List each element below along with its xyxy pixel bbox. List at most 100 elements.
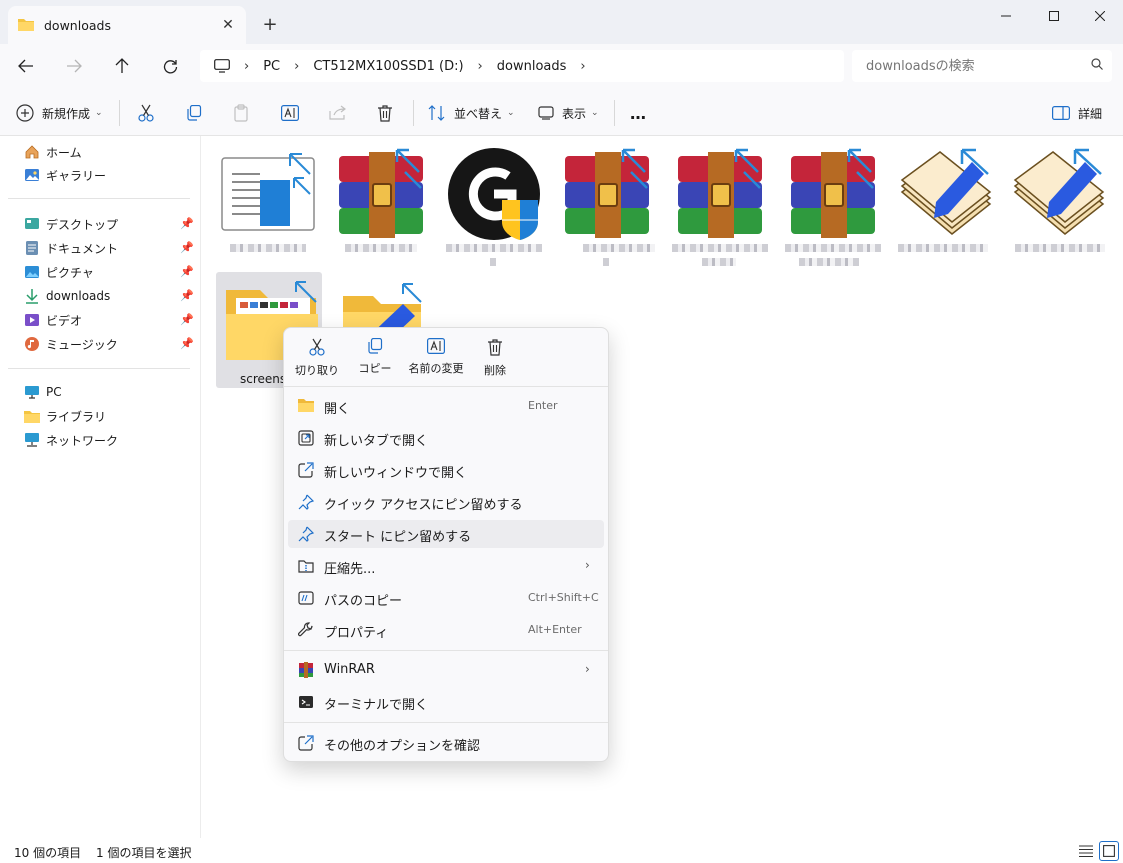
- quick-action-copy[interactable]: コピー: [346, 338, 404, 384]
- paste-button[interactable]: [234, 98, 258, 128]
- minimize-button[interactable]: [981, 0, 1031, 32]
- file-item-document-shortcut[interactable]: [216, 140, 320, 262]
- quick-action-rename[interactable]: 名前の変更: [404, 338, 468, 384]
- tab-close-icon[interactable]: ✕: [218, 15, 238, 35]
- breadcrumb-pc[interactable]: PC: [263, 59, 280, 74]
- sidebar-item-label: ネットワーク: [46, 433, 119, 448]
- pin-icon[interactable]: 📌: [180, 337, 194, 350]
- menu-item-open-terminal[interactable]: ターミナルで開く: [288, 688, 604, 716]
- menu-item-winrar[interactable]: WinRAR ›: [288, 656, 604, 684]
- more-options-icon: [298, 735, 314, 751]
- close-icon: [1095, 11, 1105, 21]
- folder-open-icon: [298, 398, 314, 414]
- chevron-right-icon[interactable]: ›: [580, 59, 585, 74]
- file-item-archive[interactable]: [668, 140, 772, 266]
- back-button[interactable]: [10, 52, 42, 80]
- menu-item-open-new-tab[interactable]: 新しいタブで開く: [288, 424, 604, 452]
- menu-item-pin-quick-access[interactable]: クイック アクセスにピン留めする: [288, 488, 604, 516]
- breadcrumb[interactable]: › PC › CT512MX100SSD1 (D:) › downloads ›: [200, 50, 844, 82]
- delete-button[interactable]: [377, 98, 401, 128]
- logitech-installer-icon: [448, 148, 540, 240]
- new-tab-button[interactable]: +: [258, 12, 282, 36]
- sidebar-item-videos[interactable]: ビデオ 📌: [24, 309, 200, 331]
- sidebar-item-label: ライブラリ: [46, 409, 107, 424]
- sidebar-item-music[interactable]: ミュージック 📌: [24, 333, 200, 355]
- pin-icon[interactable]: 📌: [180, 217, 194, 230]
- menu-item-more-options[interactable]: その他のオプションを確認: [288, 729, 604, 757]
- winrar-archive-icon: [791, 148, 875, 238]
- title-bar: downloads ✕ +: [0, 0, 1123, 44]
- quick-action-label: 切り取り: [295, 364, 339, 377]
- sidebar-item-label: ミュージック: [46, 337, 118, 352]
- maximize-button[interactable]: [1029, 0, 1079, 32]
- breadcrumb-drive[interactable]: CT512MX100SSD1 (D:): [313, 59, 463, 74]
- sidebar-item-desktop[interactable]: デスクトップ 📌: [24, 213, 200, 235]
- details-view-button[interactable]: [1076, 841, 1096, 861]
- item-count: 10 個の項目: [14, 846, 82, 860]
- details-button[interactable]: 詳細: [1052, 98, 1102, 128]
- close-window-button[interactable]: [1075, 0, 1123, 32]
- sidebar-item-pictures[interactable]: ピクチャ 📌: [24, 261, 200, 283]
- menu-item-copy-path[interactable]: パスのコピー Ctrl+Shift+C: [288, 584, 604, 612]
- pin-icon[interactable]: 📌: [180, 313, 194, 326]
- document-shortcut-icon: [221, 153, 315, 231]
- breadcrumb-downloads[interactable]: downloads: [497, 59, 567, 74]
- forward-button[interactable]: [58, 52, 90, 80]
- chevron-down-icon: ⌄: [507, 108, 515, 118]
- sidebar-item-label: ホーム: [46, 145, 82, 160]
- sort-icon: [428, 105, 445, 121]
- up-button[interactable]: [106, 52, 138, 80]
- file-item-archive[interactable]: [329, 140, 433, 262]
- shortcut-pages-icon: [1013, 148, 1105, 235]
- sidebar-item-pc[interactable]: PC: [24, 381, 200, 403]
- copy-button[interactable]: [186, 98, 210, 128]
- tab-downloads[interactable]: downloads ✕: [8, 6, 246, 44]
- menu-item-pin-start[interactable]: スタート にピン留めする: [288, 520, 604, 548]
- paste-icon: [234, 104, 248, 122]
- sidebar-item-documents[interactable]: ドキュメント 📌: [24, 237, 200, 259]
- menu-item-open[interactable]: 開く Enter: [288, 392, 604, 420]
- sidebar-item-downloads[interactable]: downloads 📌: [24, 285, 200, 307]
- sort-label: 並べ替え: [454, 106, 503, 121]
- pin-icon[interactable]: 📌: [180, 289, 194, 302]
- cut-button[interactable]: [138, 98, 162, 128]
- refresh-icon: [163, 59, 177, 73]
- file-item-installer[interactable]: [442, 140, 546, 266]
- sidebar-item-gallery[interactable]: ギャラリー: [24, 164, 200, 186]
- sidebar-item-library[interactable]: ライブラリ: [24, 405, 200, 427]
- chevron-down-icon: ⌄: [95, 108, 103, 118]
- share-button[interactable]: [329, 98, 355, 128]
- refresh-button[interactable]: [154, 52, 186, 80]
- quick-action-label: コピー: [358, 362, 392, 375]
- file-item-shortcut[interactable]: [1007, 140, 1111, 262]
- file-name-redacted: [583, 244, 655, 252]
- pin-icon[interactable]: 📌: [180, 241, 194, 254]
- sidebar-item-network[interactable]: ネットワーク: [24, 429, 200, 451]
- quick-action-delete[interactable]: 削除: [466, 338, 524, 384]
- search-input[interactable]: [852, 50, 1112, 82]
- pin-icon[interactable]: 📌: [180, 265, 194, 278]
- sidebar-item-label: ドキュメント: [46, 241, 119, 256]
- compress-icon: [298, 558, 314, 574]
- quick-action-cut[interactable]: 切り取り: [288, 338, 346, 384]
- large-icons-view-button[interactable]: [1099, 841, 1119, 861]
- view-icon: [538, 106, 554, 120]
- list-view-icon: [1079, 845, 1093, 857]
- menu-item-open-new-window[interactable]: 新しいウィンドウで開く: [288, 456, 604, 484]
- rename-button[interactable]: [281, 98, 307, 128]
- music-icon: [24, 336, 40, 352]
- file-item-shortcut[interactable]: [894, 140, 998, 262]
- menu-item-compress[interactable]: 圧縮先... ›: [288, 552, 604, 580]
- more-button[interactable]: …: [630, 98, 646, 128]
- sidebar-item-home[interactable]: ホーム: [24, 141, 200, 163]
- pin-icon: [298, 526, 314, 542]
- file-item-archive[interactable]: [555, 140, 659, 266]
- new-button[interactable]: 新規作成 ⌄: [16, 98, 103, 128]
- sort-button[interactable]: 並べ替え ⌄: [428, 98, 515, 128]
- file-item-archive[interactable]: [781, 140, 885, 266]
- file-name-redacted: [603, 258, 609, 266]
- sidebar-divider: [8, 368, 190, 369]
- menu-item-properties[interactable]: プロパティ Alt+Enter: [288, 616, 604, 644]
- winrar-archive-icon: [565, 148, 649, 238]
- view-button[interactable]: 表示 ⌄: [538, 98, 599, 128]
